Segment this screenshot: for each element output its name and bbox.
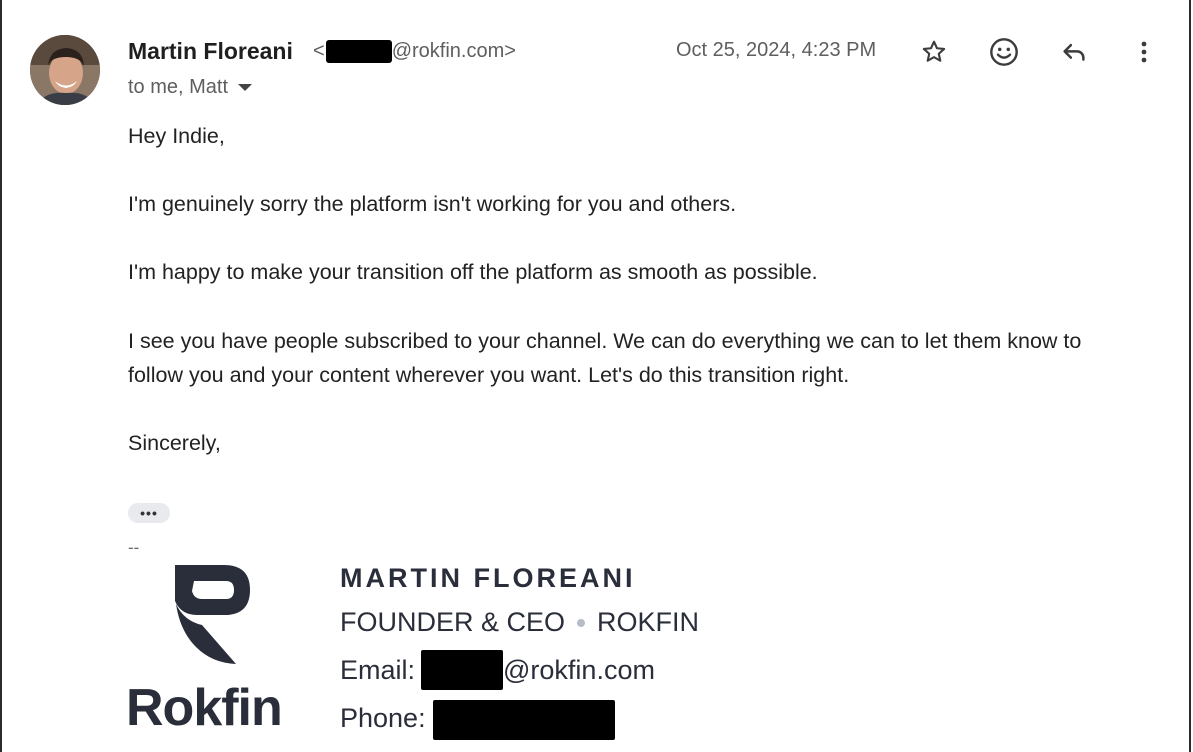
signature-phone-label: Phone:: [340, 702, 426, 733]
reply-icon: [1063, 43, 1085, 61]
sender-email-domain: @rokfin.com>: [391, 40, 516, 62]
signature-email-label: Email:: [340, 654, 416, 685]
redacted-block: [421, 650, 504, 690]
show-trimmed-content-button[interactable]: •••: [128, 503, 170, 523]
chevron-down-icon: [238, 84, 253, 91]
redacted-block: [325, 40, 392, 63]
avatar-photo: [30, 35, 100, 105]
signature-separator: --: [128, 538, 140, 557]
emoji-icon: [990, 38, 1018, 66]
body-signoff: Sincerely,: [128, 431, 221, 455]
body-greeting: Hey Indie,: [128, 124, 225, 148]
signature-email-line: Email: @rokfin.com: [340, 650, 655, 690]
body-paragraph-1: I'm genuinely sorry the platform isn't w…: [128, 192, 737, 216]
redacted-block: [432, 700, 615, 740]
signature-email-domain[interactable]: @rokfin.com: [503, 655, 655, 686]
reply-button[interactable]: [1056, 34, 1092, 70]
rokfin-logo-icon: [172, 563, 254, 672]
more-vert-icon: [1141, 41, 1147, 63]
sender-avatar[interactable]: [30, 35, 100, 105]
signature-title-line: FOUNDER & CEO ROKFIN: [340, 607, 699, 638]
signature-name: MARTIN FLOREANI: [340, 563, 636, 593]
more-options-button[interactable]: [1126, 34, 1162, 70]
body-paragraph-3-line-2: follow you and your content wherever you…: [128, 363, 850, 387]
sender-email-bracket: <: [313, 40, 325, 62]
signature-title: FOUNDER & CEO: [340, 607, 566, 637]
star-icon: [922, 40, 946, 62]
signature-phone-line: Phone:: [340, 696, 615, 740]
body-paragraph-3-line-1: I see you have people subscribed to your…: [128, 329, 1082, 353]
rokfin-logo-wordmark: Rokfin: [126, 679, 283, 737]
recipients-toggle[interactable]: to me, Matt: [128, 76, 253, 99]
body-paragraph-2: I'm happy to make your transition off th…: [128, 260, 818, 284]
sender-email[interactable]: < @rokfin.com>: [313, 40, 516, 63]
email-date[interactable]: Oct 25, 2024, 4:23 PM: [676, 39, 876, 62]
more-horizontal-icon: •••: [140, 505, 158, 521]
signature-company: ROKFIN: [597, 607, 700, 637]
add-reaction-button[interactable]: [986, 34, 1022, 70]
bullet-separator: [577, 618, 586, 627]
recipients-text: to me, Matt: [128, 76, 229, 98]
sender-name[interactable]: Martin Floreani: [128, 38, 293, 65]
star-button[interactable]: [916, 34, 952, 70]
